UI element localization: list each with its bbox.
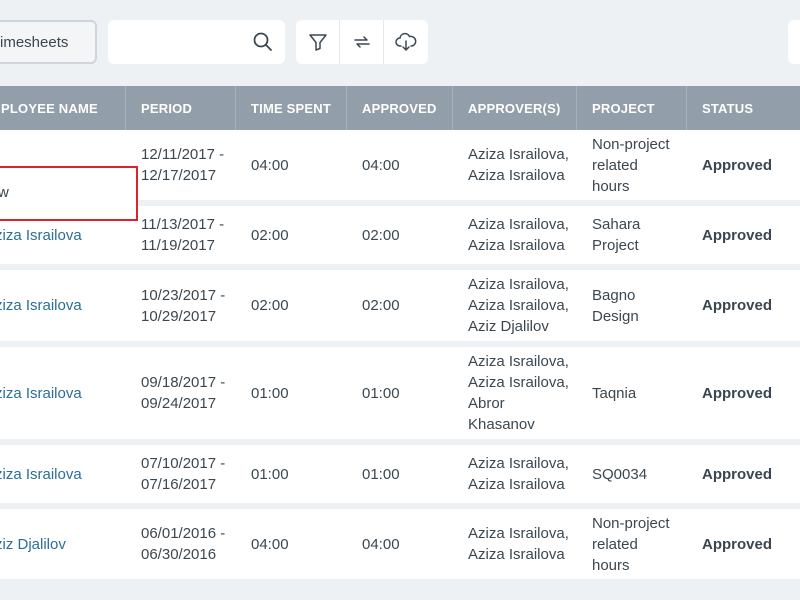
header-approved[interactable]: APPROVED [347, 86, 453, 130]
popup-text: w [0, 184, 9, 201]
employee-name[interactable]: ziz Djalilov [0, 509, 126, 579]
approvers: Aziza Israilova, Aziza Israilova, Aziz Dja… [468, 276, 569, 335]
toolbar-right-control[interactable] [788, 20, 800, 64]
time-spent: 04:00 [251, 535, 289, 553]
approvers: Aziza Israilova, Aziza Israilova [468, 216, 569, 254]
highlighted-popup[interactable]: w [0, 166, 138, 221]
table-row[interactable]: ziza Israilova 07/10/2017 -07/16/2017 01… [0, 445, 800, 509]
employee-name[interactable]: ziza Israilova [0, 347, 126, 439]
header-time-spent[interactable]: TIME SPENT [236, 86, 347, 130]
approved-time: 04:00 [362, 156, 400, 174]
project: Bagno Design [592, 286, 639, 325]
status-badge: Approved [702, 226, 773, 244]
status-badge: Approved [702, 384, 773, 402]
timesheets-button-label: imesheets [0, 33, 69, 51]
filter-button[interactable] [296, 20, 340, 64]
search-icon[interactable] [253, 32, 273, 52]
period: 11/13/2017 -11/19/2017 [141, 216, 225, 254]
header-period[interactable]: PERIOD [126, 86, 236, 130]
status-badge: Approved [702, 297, 773, 314]
project: Taqnia [592, 384, 637, 402]
cloud-download-icon [395, 32, 417, 51]
sync-icon [353, 36, 370, 48]
header-status[interactable]: STATUS [687, 86, 800, 130]
time-spent: 01:00 [251, 384, 289, 402]
approvers: Aziza Israilova, Aziza Israilova [468, 455, 569, 493]
search-input[interactable] [108, 20, 285, 64]
period: 07/10/2017 -07/16/2017 [141, 455, 226, 493]
filter-icon [308, 34, 327, 51]
toolbar: imesheets [0, 0, 800, 86]
approvers: Aziza Israilova, Aziza Israilova [468, 525, 569, 563]
approved-time: 01:00 [362, 465, 400, 483]
period: 06/01/2016 -06/30/2016 [141, 525, 226, 563]
status-badge: Approved [702, 465, 773, 483]
employee-name[interactable]: ziza Israilova [0, 270, 126, 341]
action-iconbar [296, 20, 428, 64]
time-spent: 02:00 [251, 297, 289, 314]
approved-time: 01:00 [362, 384, 400, 402]
employee-name[interactable]: ziza Israilova [0, 445, 126, 503]
approved-time: 02:00 [362, 226, 400, 244]
project: SQ0034 [592, 465, 648, 483]
table-row[interactable]: ziz Djalilov 06/01/2016 -06/30/2016 04:0… [0, 509, 800, 585]
approved-time: 04:00 [362, 535, 400, 553]
status-badge: Approved [702, 156, 773, 174]
time-spent: 02:00 [251, 226, 289, 244]
header-approvers[interactable]: APPROVER(S) [453, 86, 577, 130]
period: 12/11/2017 -12/17/2017 [141, 146, 225, 184]
period: 10/23/2017 -10/29/2017 [141, 286, 226, 325]
header-project[interactable]: PROJECT [577, 86, 687, 130]
sync-button[interactable] [340, 20, 384, 64]
project: Non-project related hours [592, 514, 670, 574]
time-spent: 04:00 [251, 156, 289, 174]
timesheets-button[interactable]: imesheets [0, 20, 97, 64]
header-employee-name[interactable]: MPLOYEE NAME [0, 86, 126, 130]
project: Sahara Project [592, 216, 641, 254]
approvers: Aziza Israilova, Aziza Israilova, Abror Kha… [468, 353, 569, 433]
download-button[interactable] [384, 20, 428, 64]
approvers: Aziza Israilova, Aziza Israilova [468, 146, 569, 184]
table-row[interactable]: ziza Israilova 09/18/2017 -09/24/2017 01… [0, 347, 800, 445]
status-badge: Approved [702, 535, 773, 553]
period: 09/18/2017 -09/24/2017 [141, 374, 226, 412]
time-spent: 01:00 [251, 465, 289, 483]
timesheets-table: MPLOYEE NAME PERIOD TIME SPENT APPROVED … [0, 86, 800, 585]
table-header: MPLOYEE NAME PERIOD TIME SPENT APPROVED … [0, 86, 800, 130]
project: Non-project related hours [592, 135, 670, 195]
table-row[interactable]: ziza Israilova 10/23/2017 -10/29/2017 02… [0, 270, 800, 347]
approved-time: 02:00 [362, 297, 400, 314]
